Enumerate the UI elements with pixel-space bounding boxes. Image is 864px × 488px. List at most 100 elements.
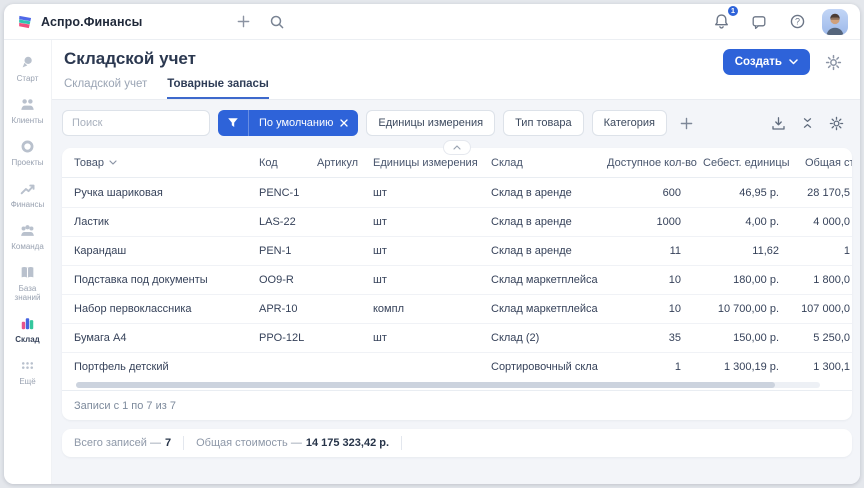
- scrollbar-track[interactable]: [76, 382, 820, 388]
- knowledge-icon: [19, 264, 36, 281]
- cell-qty: 1: [607, 361, 703, 373]
- sidebar-item-label: Ещё: [19, 377, 35, 386]
- total-records-label: Всего записей —: [74, 437, 161, 449]
- column-header-units[interactable]: Единицы измерения: [361, 157, 479, 169]
- cell-product: Ластик: [62, 216, 247, 228]
- scrollbar-thumb[interactable]: [76, 382, 775, 388]
- close-icon[interactable]: [340, 119, 358, 127]
- cell-qty: 35: [607, 332, 703, 344]
- cell-product: Ручка шариковая: [62, 187, 247, 199]
- divider: [401, 436, 402, 450]
- sidebar-item-label: Финансы: [11, 200, 45, 209]
- cell-unit-cost: 1 300,19 р.: [703, 361, 793, 373]
- cell-code: OO9-R: [247, 274, 305, 286]
- page-settings-icon[interactable]: [820, 49, 846, 75]
- table-row[interactable]: Подставка под документы OO9-R шт Склад м…: [62, 265, 852, 294]
- table-row[interactable]: Бумага А4 PPO-12L шт Склад (2) 35 150,00…: [62, 323, 852, 352]
- table-row[interactable]: Карандаш PEN-1 шт Склад в аренде 11 11,6…: [62, 236, 852, 265]
- sidebar-item-label: Проекты: [11, 158, 43, 167]
- add-filter-icon[interactable]: [675, 112, 697, 134]
- cell-unit: шт: [361, 274, 479, 286]
- filter-button-units[interactable]: Единицы измерения: [366, 110, 495, 136]
- column-header-article[interactable]: Артикул: [305, 157, 361, 169]
- cell-code: PEN-1: [247, 245, 305, 257]
- download-icon[interactable]: [771, 116, 786, 131]
- table-row[interactable]: Ластик LAS-22 шт Склад в аренде 1000 4,0…: [62, 207, 852, 236]
- create-button[interactable]: Создать: [723, 49, 810, 75]
- summary-bar: Всего записей — 7 Общая стоимость — 14 1…: [62, 429, 852, 457]
- search-icon[interactable]: [264, 9, 290, 35]
- sidebar-item-start[interactable]: Старт: [5, 50, 51, 87]
- column-header-product[interactable]: Товар: [62, 157, 247, 169]
- topbar: Аспро.Финансы 1: [4, 4, 860, 40]
- cell-total: 1 800,0: [793, 274, 852, 286]
- cell-qty: 11: [607, 245, 703, 257]
- cell-total: 1: [793, 245, 852, 257]
- cell-qty: 10: [607, 274, 703, 286]
- sidebar-item-projects[interactable]: Проекты: [5, 134, 51, 171]
- divider: [183, 436, 184, 450]
- cell-total: 5 250,0: [793, 332, 852, 344]
- cell-qty: 1000: [607, 216, 703, 228]
- column-header-total-cost[interactable]: Общая стоимость: [793, 157, 852, 169]
- cell-unit-cost: 11,62: [703, 245, 793, 257]
- cell-code: APR-10: [247, 303, 305, 315]
- cell-qty: 600: [607, 187, 703, 199]
- chat-icon[interactable]: [746, 9, 772, 35]
- cell-warehouse: Склад (2): [479, 332, 607, 344]
- cell-total: 1 300,1: [793, 361, 852, 373]
- sidebar-item-clients[interactable]: Клиенты: [5, 92, 51, 129]
- search-input[interactable]: [62, 110, 210, 136]
- cell-total: 28 170,5: [793, 187, 852, 199]
- records-info: Записи с 1 по 7 из 7: [62, 390, 852, 420]
- collapse-pill-icon[interactable]: [443, 140, 471, 155]
- cell-unit: шт: [361, 216, 479, 228]
- filter-toolbar: По умолчанию Единицы измерения Тип товар…: [58, 108, 854, 136]
- cell-warehouse: Склад маркетплейса: [479, 274, 607, 286]
- cell-total: 4 000,0: [793, 216, 852, 228]
- column-header-code[interactable]: Код: [247, 157, 305, 169]
- team-icon: [19, 222, 36, 239]
- more-dots-icon: [19, 357, 36, 374]
- tab-goods-stock[interactable]: Товарные запасы: [167, 78, 269, 99]
- user-avatar[interactable]: [822, 9, 848, 35]
- collapse-rows-icon[interactable]: [801, 116, 814, 130]
- sidebar-item-label: Старт: [17, 74, 39, 83]
- sidebar-item-warehouse[interactable]: Склад: [5, 311, 51, 348]
- horizontal-scrollbar: [76, 381, 838, 390]
- table-row[interactable]: Ручка шариковая PENC-1 шт Склад в аренде…: [62, 178, 852, 207]
- table-row[interactable]: Набор первоклассника APR-10 компл Склад …: [62, 294, 852, 323]
- filter-button-category[interactable]: Категория: [592, 110, 667, 136]
- default-filter-chip[interactable]: По умолчанию: [218, 110, 358, 136]
- cell-code: LAS-22: [247, 216, 305, 228]
- table-settings-icon[interactable]: [829, 116, 844, 131]
- sort-chevron-icon: [109, 160, 117, 165]
- total-cost-label: Общая стоимость —: [196, 437, 302, 449]
- sidebar-item-team[interactable]: Команда: [5, 218, 51, 255]
- cell-unit-cost: 150,00 р.: [703, 332, 793, 344]
- filter-button-product-type[interactable]: Тип товара: [503, 110, 584, 136]
- sidebar: Старт Клиенты Проекты Финансы Команда: [4, 40, 52, 484]
- help-icon[interactable]: ?: [784, 9, 810, 35]
- sidebar-item-finance[interactable]: Финансы: [5, 176, 51, 213]
- sidebar-item-knowledge-base[interactable]: База знаний: [5, 260, 51, 306]
- plus-icon[interactable]: [230, 9, 256, 35]
- column-header-warehouse[interactable]: Склад: [479, 157, 607, 169]
- tab-warehouse-accounting[interactable]: Складской учет: [64, 78, 147, 99]
- column-header-available-qty[interactable]: Доступное кол-во: [607, 157, 703, 169]
- cell-unit-cost: 10 700,00 р.: [703, 303, 793, 315]
- table-row[interactable]: Портфель детский Сортировочный скла 1 1 …: [62, 352, 852, 381]
- bell-icon[interactable]: 1: [708, 9, 734, 35]
- column-header-unit-cost[interactable]: Себест. единицы: [703, 157, 793, 169]
- cell-warehouse: Склад маркетплейса: [479, 303, 607, 315]
- app-name: Аспро.Финансы: [41, 15, 142, 29]
- cell-product: Подставка под документы: [62, 274, 247, 286]
- warehouse-icon: [19, 315, 36, 332]
- app-window: Аспро.Финансы 1: [4, 4, 860, 484]
- cell-unit: шт: [361, 245, 479, 257]
- cell-warehouse: Сортировочный скла: [479, 361, 607, 373]
- cell-warehouse: Склад в аренде: [479, 187, 607, 199]
- finance-icon: [19, 180, 36, 197]
- sidebar-item-more[interactable]: Ещё: [5, 353, 51, 390]
- cell-unit: шт: [361, 187, 479, 199]
